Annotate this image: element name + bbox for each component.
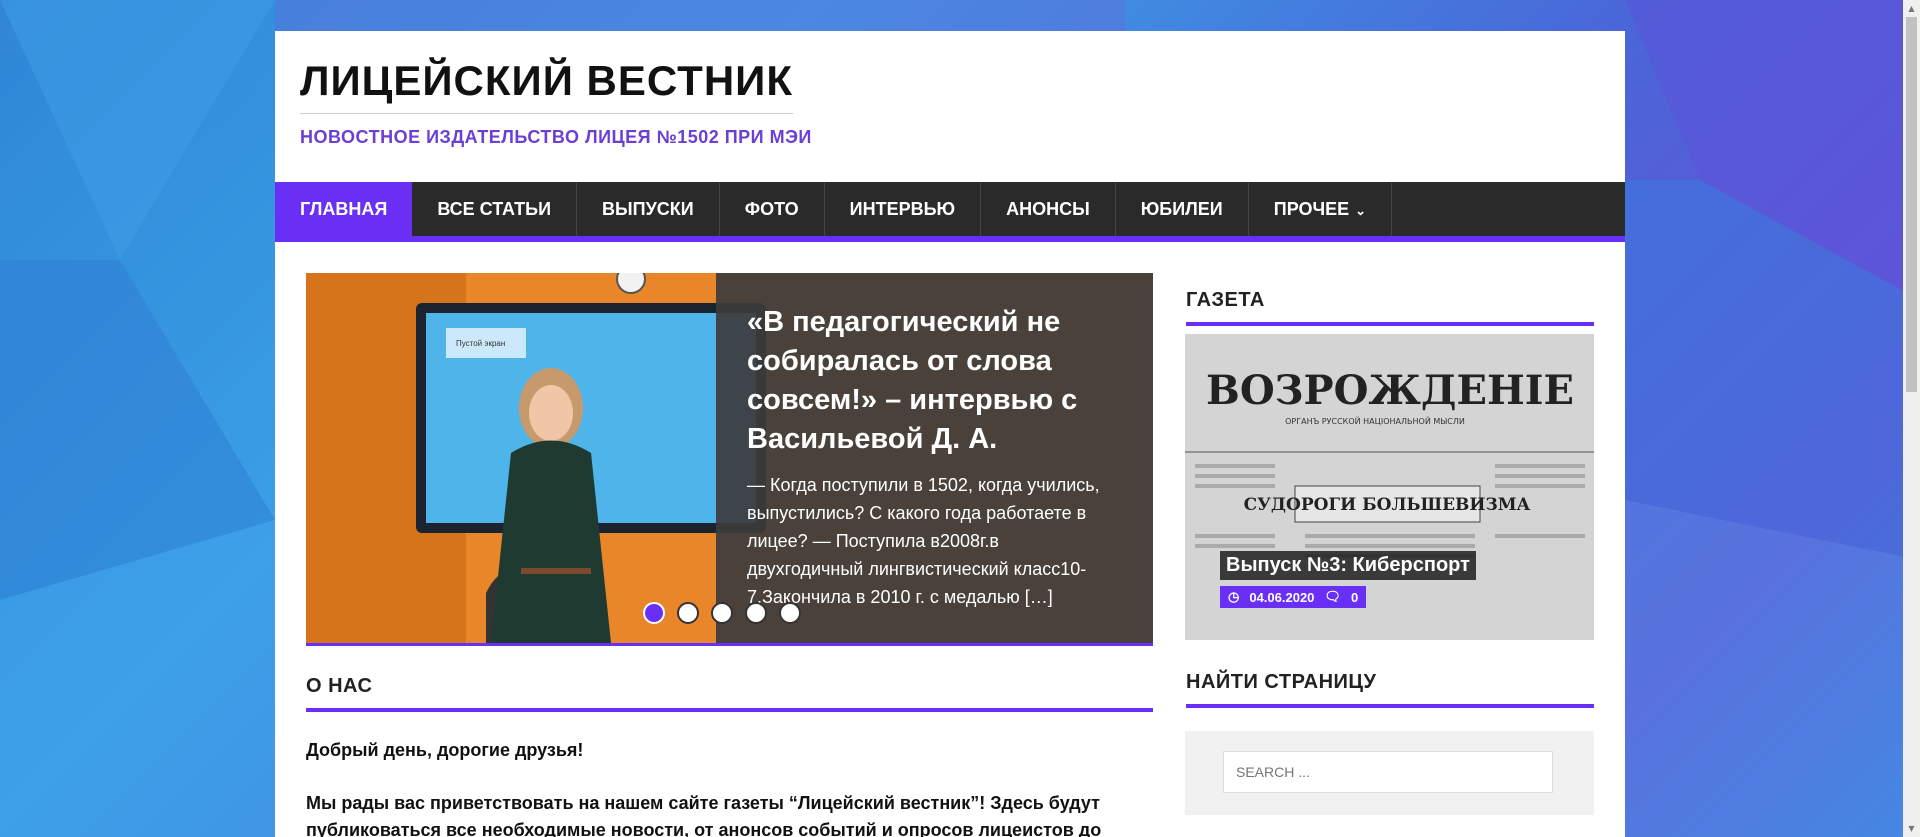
newspaper-headline: СУДОРОГИ БОЛЬШЕВИЗМА <box>1244 495 1531 515</box>
newspaper-masthead: ВОЗРОЖДЕНІЕ <box>1206 367 1574 414</box>
comment-icon: 🗨 <box>1324 589 1341 604</box>
nav-item-issues[interactable]: ВЫПУСКИ <box>577 182 720 236</box>
screen-label: Пустой экран <box>456 339 505 348</box>
nav-item-anniversaries[interactable]: ЮБИЛЕИ <box>1116 182 1249 236</box>
slider-dot-1[interactable] <box>643 602 665 624</box>
search-input[interactable] <box>1223 751 1553 793</box>
scroll-down-icon[interactable]: ▼ <box>1903 820 1920 837</box>
site-header: ЛИЦЕЙСКИЙ ВЕСТНИК НОВОСТНОЕ ИЗДАТЕЛЬСТВО… <box>275 31 1625 182</box>
site-container: ЛИЦЕЙСКИЙ ВЕСТНИК НОВОСТНОЕ ИЗДАТЕЛЬСТВО… <box>275 31 1625 837</box>
slider-dot-5[interactable] <box>779 602 801 624</box>
slider-pagination <box>643 602 801 624</box>
about-paragraph: Мы рады вас приветствовать на нашем сайт… <box>306 793 1102 837</box>
issue-date: 04.06.2020 <box>1249 589 1315 605</box>
nav-item-photo[interactable]: ФОТО <box>720 182 825 236</box>
slider-dot-2[interactable] <box>677 602 699 624</box>
about-heading: О НАС <box>306 675 1153 712</box>
search-widget <box>1185 731 1594 815</box>
featured-slider[interactable]: Пустой экран «В педагогический не собира… <box>306 273 1153 646</box>
main-nav: ГЛАВНАЯ ВСЕ СТАТЬИ ВЫПУСКИ ФОТО ИНТЕРВЬЮ… <box>275 182 1625 242</box>
scroll-thumb[interactable] <box>1906 17 1917 392</box>
nav-item-interview[interactable]: ИНТЕРВЬЮ <box>825 182 982 236</box>
nav-item-other[interactable]: ПРОЧЕЕ ⌄ <box>1249 182 1393 236</box>
slider-dot-3[interactable] <box>711 602 733 624</box>
slide-caption-panel: «В педагогический не собиралась от слова… <box>716 273 1153 643</box>
nav-item-announcements[interactable]: АНОНСЫ <box>981 182 1116 236</box>
site-title[interactable]: ЛИЦЕЙСКИЙ ВЕСТНИК <box>300 57 793 114</box>
nav-item-all-articles[interactable]: ВСЕ СТАТЬИ <box>412 182 578 236</box>
slide-title[interactable]: «В педагогический не собиралась от слова… <box>747 303 1127 459</box>
nav-item-home[interactable]: ГЛАВНАЯ <box>275 182 413 236</box>
issue-title[interactable]: Выпуск №3: Киберспорт <box>1220 551 1476 580</box>
issue-meta: ◷ 04.06.2020 🗨 0 <box>1220 586 1367 608</box>
chevron-down-icon: ⌄ <box>1355 203 1367 218</box>
slider-dot-4[interactable] <box>745 602 767 624</box>
about-greeting: Добрый день, дорогие друзья! <box>306 740 584 760</box>
newspaper-subtitle: ОРГАНЪ РУССКОЙ НАЦІОНАЛЬНОЙ МЫСЛИ <box>1285 415 1465 426</box>
scroll-up-icon[interactable]: ▲ <box>1903 0 1920 17</box>
site-tagline: НОВОСТНОЕ ИЗДАТЕЛЬСТВО ЛИЦЕЯ №1502 ПРИ М… <box>300 127 812 147</box>
slide-excerpt: — Когда поступили в 1502, когда учились,… <box>747 475 1100 607</box>
page-scrollbar[interactable]: ▲ ▼ <box>1903 0 1920 837</box>
about-text: Добрый день, дорогие друзья! Мы рады вас… <box>306 737 1153 837</box>
nav-item-other-label: ПРОЧЕЕ <box>1273 199 1350 219</box>
newspaper-card[interactable]: ВОЗРОЖДЕНІЕ ОРГАНЪ РУССКОЙ НАЦІОНАЛЬНОЙ … <box>1185 334 1594 640</box>
gazeta-heading: ГАЗЕТА <box>1186 289 1594 326</box>
find-page-heading: НАЙТИ СТРАНИЦУ <box>1186 671 1594 708</box>
issue-comments[interactable]: 0 <box>1351 590 1358 605</box>
clock-icon: ◷ <box>1228 589 1240 604</box>
